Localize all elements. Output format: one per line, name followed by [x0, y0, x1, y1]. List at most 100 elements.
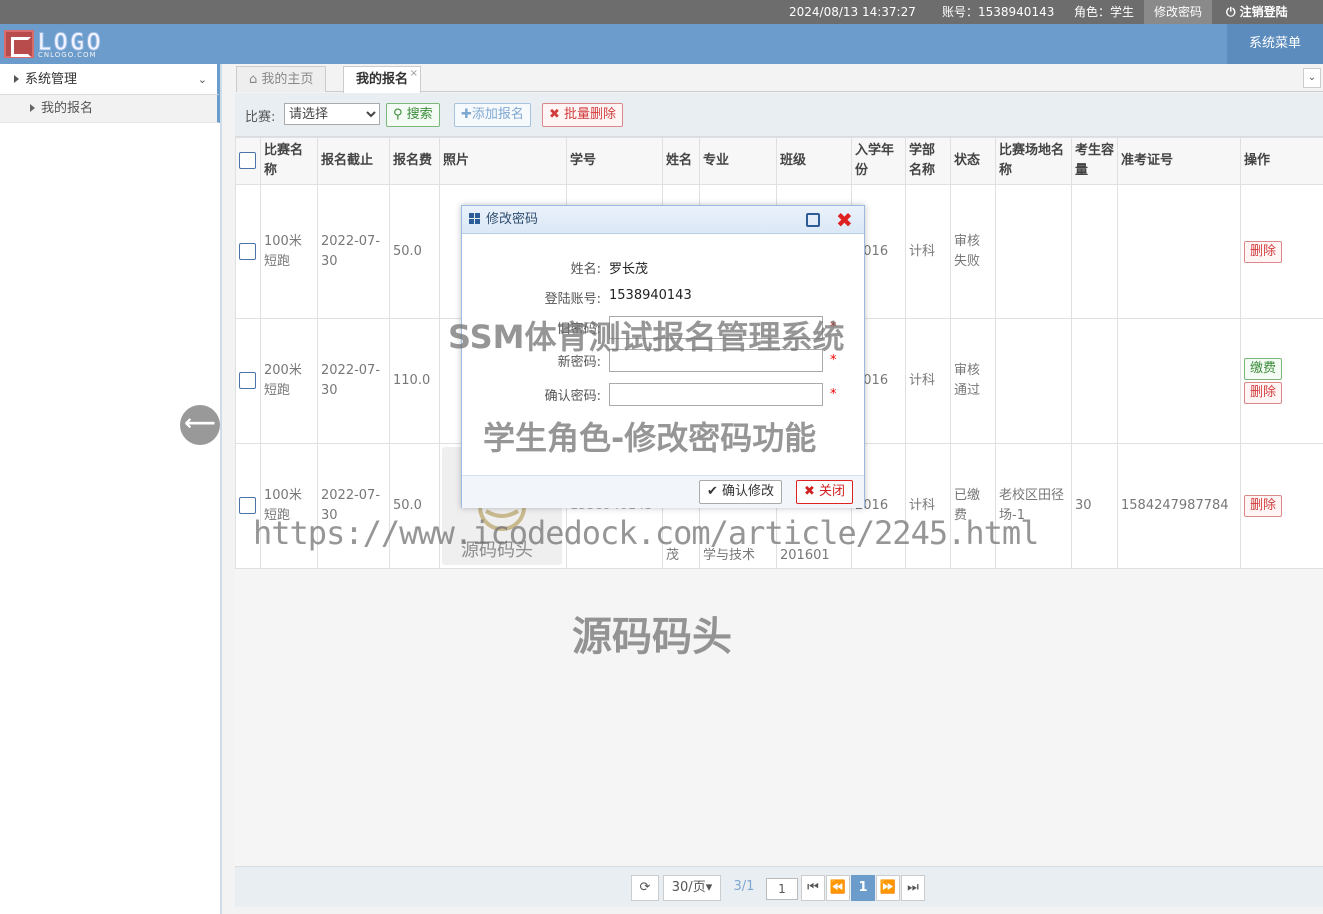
dialog-footer: ✔ 确认修改 ✖ 关闭	[462, 475, 864, 508]
match-filter-label: 比赛:	[245, 110, 276, 125]
check-icon: ✔	[707, 484, 723, 499]
column-header[interactable]: 学部名称	[905, 137, 951, 185]
window-grid-icon	[469, 213, 481, 225]
column-header[interactable]: 入学年份	[851, 137, 906, 185]
tab-home[interactable]: ⌂ 我的主页	[236, 66, 327, 92]
plus-icon: ✚	[461, 107, 472, 122]
first-page-button[interactable]: ⏮	[801, 875, 825, 901]
column-header[interactable]: 状态	[950, 137, 996, 185]
delete-button[interactable]: 删除	[1244, 495, 1283, 517]
collapse-sidebar-button[interactable]: ⟵	[180, 405, 220, 445]
column-header[interactable]: 报名截止	[317, 137, 390, 185]
column-header[interactable]: 班级	[776, 137, 852, 185]
column-header[interactable]: 比赛名称	[260, 137, 318, 185]
last-page-button[interactable]: ⏭	[901, 875, 925, 901]
caret-right-icon	[14, 75, 19, 83]
page-size-select[interactable]: 30/页▾	[663, 875, 721, 901]
cell-deadline: 2022-07-30	[317, 184, 390, 319]
pagination: ⟳ 30/页▾ 3/1 1 ⏮ ⏪ 1 ⏩ ⏭	[235, 866, 1323, 907]
delete-button[interactable]: 删除	[1244, 240, 1283, 263]
system-menu-button[interactable]: 系统菜单	[1227, 24, 1323, 64]
account-info: 账号：1538940143	[942, 5, 1055, 19]
field-row-account: 登陆账号: 1538940143	[544, 288, 692, 307]
column-header[interactable]: 姓名	[662, 137, 700, 185]
cell-match: 200米短跑	[260, 318, 318, 444]
account-value: 1538940143	[609, 288, 692, 303]
sidebar: 系统管理 ⌄ 我的报名	[0, 64, 222, 914]
confirm-password-input[interactable]	[609, 383, 823, 406]
cell-venue	[995, 184, 1072, 319]
chevron-down-icon: ⌄	[197, 73, 207, 86]
cell-deadline: 2022-07-30	[317, 318, 390, 444]
pay-button[interactable]: 缴费	[1244, 358, 1283, 380]
x-icon: ✖	[549, 107, 565, 122]
toolbar: 比赛: 请选择 ⚲ 搜索 ✚添加报名 ✖ 批量删除	[235, 93, 1323, 137]
last-page-icon: ⏭	[907, 880, 919, 895]
match-filter-select[interactable]: 请选择	[284, 103, 380, 125]
row-checkbox[interactable]	[239, 372, 256, 389]
cell-status: 审核通过	[950, 318, 996, 444]
batch-delete-button[interactable]: ✖ 批量删除	[542, 103, 624, 127]
column-header[interactable]: 操作	[1240, 137, 1323, 185]
close-icon[interactable]: ✖	[836, 208, 853, 232]
page-number-input[interactable]: 1	[766, 878, 798, 900]
arrow-left-icon: ⟵	[184, 411, 216, 436]
close-dialog-button[interactable]: ✖ 关闭	[796, 480, 854, 504]
cell-dept: 计科	[905, 318, 951, 444]
watermark-feature: 学生角色-修改密码功能	[483, 419, 817, 457]
cell-venue	[995, 318, 1072, 444]
column-header[interactable]: 专业	[699, 137, 777, 185]
close-tab-icon[interactable]: ×	[410, 61, 418, 87]
cell-capacity	[1071, 184, 1118, 319]
caret-right-icon	[30, 104, 35, 112]
current-page-button[interactable]: 1	[851, 875, 875, 901]
sidebar-group-system[interactable]: 系统管理 ⌄	[0, 64, 220, 95]
cell-match: 100米短跑	[260, 184, 318, 319]
delete-button[interactable]: 删除	[1244, 382, 1283, 404]
next-page-button[interactable]: ⏩	[876, 875, 900, 901]
column-header[interactable]: 报名费	[389, 137, 440, 185]
row-checkbox[interactable]	[239, 242, 256, 260]
cell-ticket	[1117, 318, 1241, 444]
table-header-row: 比赛名称 报名截止 报名费 照片 学号 姓名 专业 班级 入学年份 学部名称 状…	[235, 137, 1323, 185]
tab-my-registration[interactable]: 我的报名 ×	[343, 66, 422, 93]
caret-down-icon: ▾	[705, 880, 713, 895]
double-chevron-down-icon: ⌄	[1307, 72, 1317, 83]
cell-capacity: 30	[1071, 443, 1118, 569]
column-header[interactable]: 比赛场地名称	[995, 137, 1072, 185]
cell-dept: 计科	[905, 184, 951, 319]
cell-fee: 110.0	[389, 318, 440, 444]
column-header[interactable]: 准考证号	[1117, 137, 1241, 185]
maximize-icon[interactable]	[806, 213, 820, 227]
name-value: 罗长茂	[609, 262, 649, 277]
watermark-brand: 源码码头	[572, 614, 732, 660]
search-icon: ⚲	[393, 107, 407, 122]
header: LOGO CNLOGO.COM 系统菜单	[0, 24, 1323, 64]
search-button[interactable]: ⚲ 搜索	[386, 103, 440, 127]
confirm-change-button[interactable]: ✔ 确认修改	[699, 480, 783, 504]
fast-forward-icon: ⏩	[879, 880, 897, 895]
row-checkbox[interactable]	[239, 497, 256, 514]
select-all-checkbox[interactable]	[239, 152, 256, 169]
column-header[interactable]: 照片	[439, 137, 567, 185]
tab-menu-button[interactable]: ⌄	[1303, 68, 1321, 88]
cell-capacity	[1071, 318, 1118, 444]
field-row-confirm-password: 确认密码: *	[462, 383, 866, 407]
refresh-button[interactable]: ⟳	[631, 875, 659, 901]
column-header[interactable]: 学号	[566, 137, 663, 185]
first-page-icon: ⏮	[807, 880, 819, 895]
change-password-link[interactable]: 修改密码	[1144, 0, 1213, 24]
datetime: 2024/08/13 14:37:27	[789, 5, 916, 19]
page-info: 3/1	[733, 879, 755, 894]
add-registration-button[interactable]: ✚添加报名	[454, 103, 531, 127]
sidebar-item-my-registration[interactable]: 我的报名	[0, 95, 220, 123]
watermark-url: https://www.icodedock.com/article/2245.h…	[253, 514, 1039, 552]
dialog-header: 修改密码 ✖	[462, 206, 864, 234]
column-header[interactable]: 考生容量	[1071, 137, 1118, 185]
cell-ticket: 1584247987784	[1117, 443, 1241, 569]
logo-mark-icon	[4, 30, 34, 58]
logo: LOGO CNLOGO.COM	[4, 28, 126, 60]
dialog-title: 修改密码	[486, 212, 539, 227]
logout-link[interactable]: ⏻ 注销登陆	[1226, 0, 1288, 24]
prev-page-button[interactable]: ⏪	[826, 875, 850, 901]
